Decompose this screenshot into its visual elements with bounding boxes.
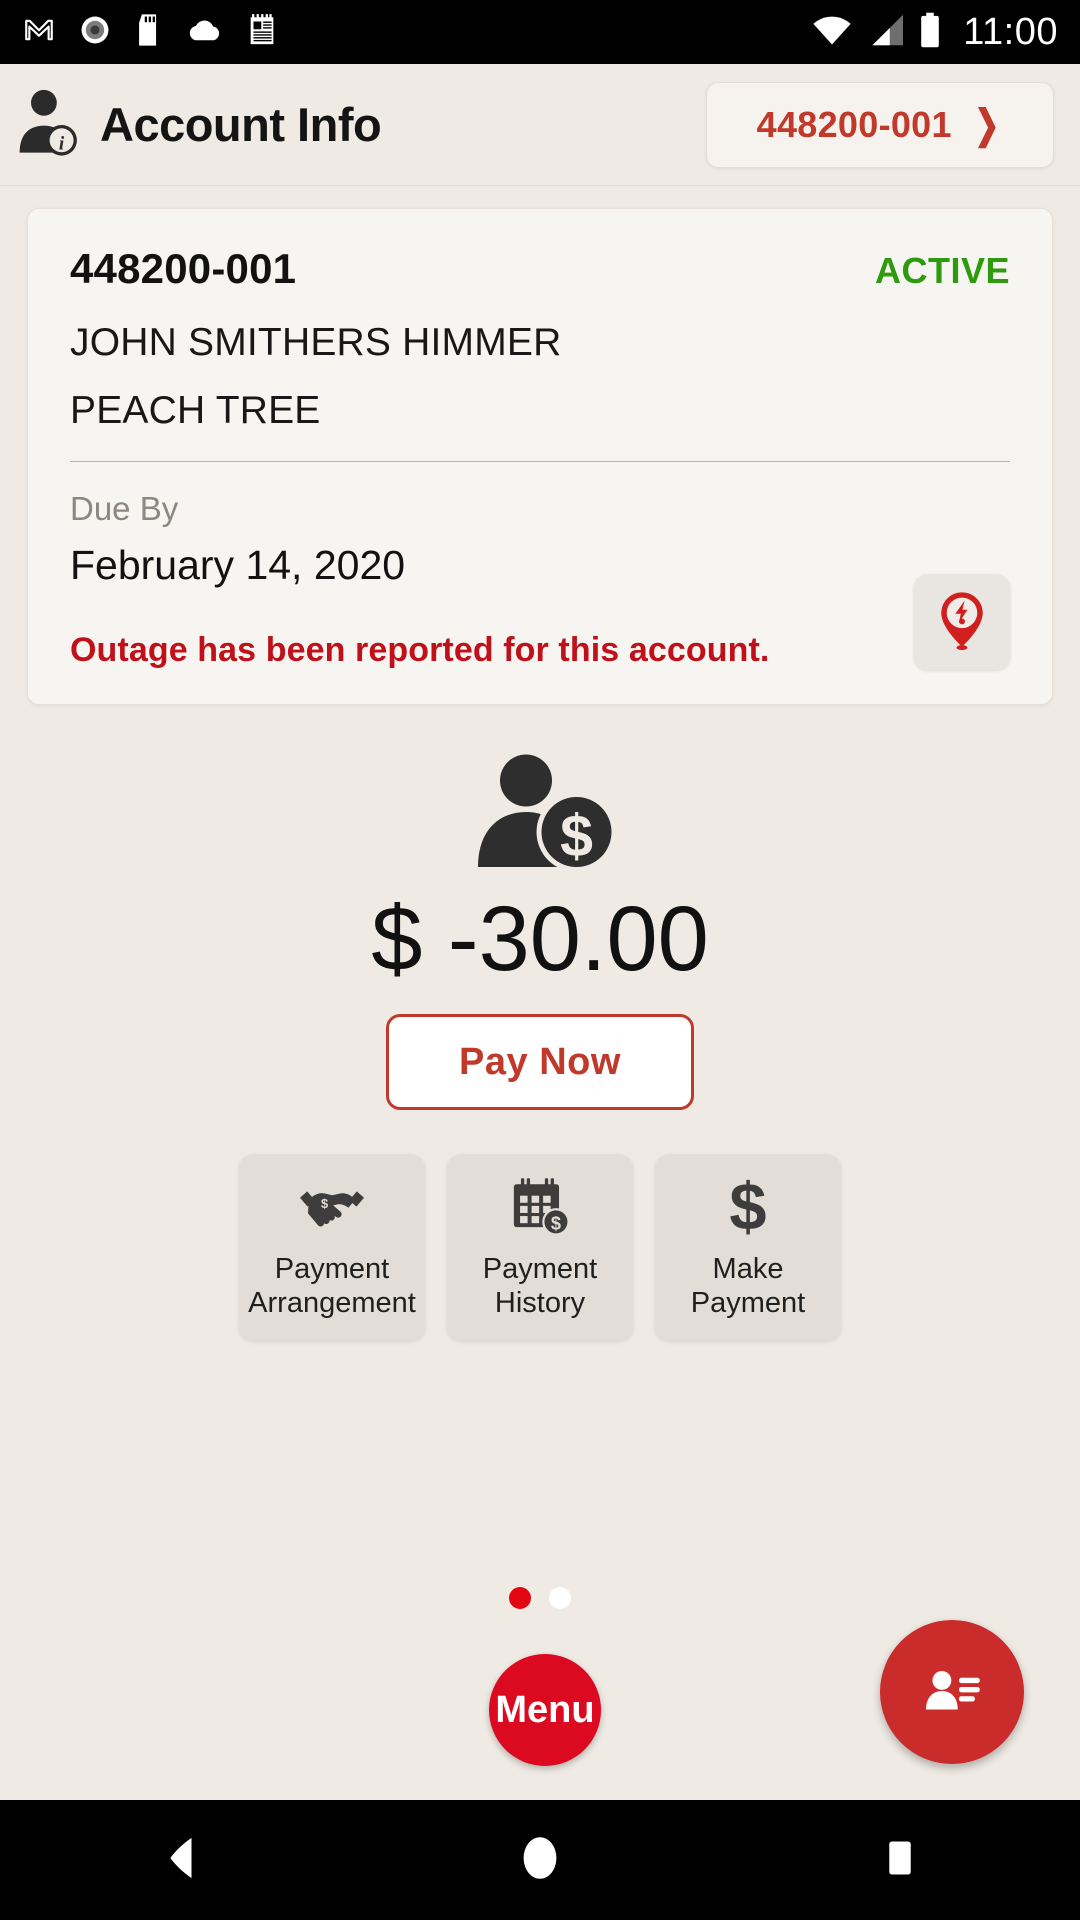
balance-amount: $ -30.00 <box>371 888 709 990</box>
tile-label: Payment Arrangement <box>248 1252 416 1320</box>
svg-text:$: $ <box>321 1196 328 1211</box>
card-divider <box>70 461 1010 462</box>
outage-message: Outage has been reported for this accoun… <box>70 631 770 669</box>
calendar-dollar-icon: $ <box>509 1174 571 1240</box>
wifi-icon <box>811 13 853 52</box>
account-selector-button[interactable]: 448200-001 ❯ <box>706 81 1054 168</box>
pagination-dot[interactable] <box>549 1587 571 1609</box>
recents-square-icon <box>880 1835 920 1886</box>
customer-name: JOHN SMITHERS HIMMER <box>70 321 562 364</box>
nav-back-button[interactable] <box>100 1800 260 1920</box>
chevron-right-icon: ❯ <box>974 102 1000 147</box>
handshake-dollar-icon: $ <box>298 1174 366 1240</box>
status-bar-clock: 11:00 <box>963 11 1058 53</box>
account-balance-icon: $ <box>460 749 620 879</box>
quick-actions: $ Payment Arrangement $ Payment History … <box>0 1154 1080 1341</box>
status-bar-left-icons <box>22 13 278 52</box>
battery-icon <box>919 12 941 53</box>
pagination-dots <box>0 1587 1080 1609</box>
tile-label: Payment History <box>482 1252 598 1320</box>
svg-text:$: $ <box>551 1213 561 1233</box>
nav-recents-button[interactable] <box>820 1800 980 1920</box>
cellular-signal-icon <box>867 13 905 52</box>
cloud-icon <box>186 13 224 52</box>
dollar-sign-icon: $ <box>724 1174 772 1240</box>
account-number: 448200-001 <box>70 245 297 292</box>
page-title: Account Info <box>100 98 382 151</box>
notepad-icon <box>246 13 278 52</box>
contact-us-button[interactable] <box>880 1620 1024 1764</box>
account-info-icon: i <box>16 86 82 163</box>
app-header: i Account Info 448200-001 ❯ <box>0 64 1080 186</box>
account-card-header-row: 448200-001 ACTIVE <box>70 245 1010 293</box>
record-circle-icon <box>78 13 112 52</box>
status-bar-right-icons: 11:00 <box>811 12 1058 53</box>
nav-home-button[interactable] <box>460 1800 620 1920</box>
tile-make-payment[interactable]: $ Make Payment <box>655 1154 841 1341</box>
tile-label: Make Payment <box>690 1252 806 1320</box>
status-bar: 11:00 <box>0 0 1080 64</box>
account-selector-label: 448200-001 <box>756 103 952 145</box>
service-address: PEACH TREE <box>70 389 321 432</box>
pagination-dot-active[interactable] <box>509 1587 531 1609</box>
outage-row: Outage has been reported for this accoun… <box>70 631 1010 670</box>
tile-payment-history[interactable]: $ Payment History <box>447 1154 633 1341</box>
svg-text:i: i <box>59 133 65 154</box>
svg-text:$: $ <box>560 803 593 869</box>
svg-text:$: $ <box>729 1176 766 1238</box>
gmail-icon <box>22 13 56 52</box>
contact-card-icon <box>919 1663 985 1722</box>
due-by-label: Due By <box>70 490 179 527</box>
status-badge: ACTIVE <box>874 250 1010 291</box>
pay-now-button[interactable]: Pay Now <box>386 1014 694 1111</box>
android-navigation-bar <box>0 1800 1080 1920</box>
account-summary-card[interactable]: 448200-001 ACTIVE JOHN SMITHERS HIMMER P… <box>27 208 1053 705</box>
header-title-group: i Account Info <box>16 86 382 163</box>
tile-payment-arrangement[interactable]: $ Payment Arrangement <box>239 1154 425 1341</box>
sd-card-icon <box>134 13 164 52</box>
menu-button[interactable]: Menu <box>489 1654 601 1766</box>
due-by-date: February 14, 2020 <box>70 542 406 588</box>
home-circle-icon <box>518 1834 562 1887</box>
outage-report-button[interactable] <box>914 574 1010 670</box>
balance-section: $ $ -30.00 Pay Now <box>0 749 1080 1111</box>
outage-pin-icon <box>931 589 993 656</box>
back-triangle-icon <box>158 1835 202 1886</box>
